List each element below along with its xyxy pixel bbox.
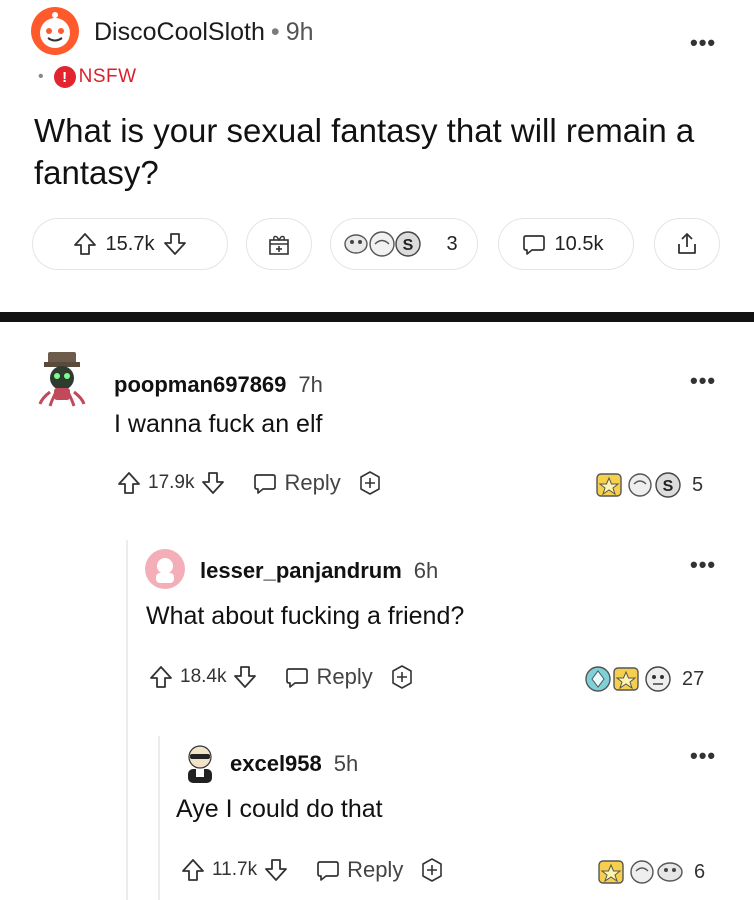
post-meta: DiscoCoolSloth • 9h (94, 18, 314, 47)
comment-1: poopman697869 7h ••• I wanna fuck an elf … (0, 322, 754, 522)
comment-3-more-button[interactable]: ••• (690, 743, 716, 769)
upvote-icon[interactable] (116, 470, 142, 496)
post-upvote-count: 15.7k (105, 232, 155, 255)
comment-2-awards-count: 27 (682, 667, 705, 690)
post-awards-count: 3 (446, 232, 458, 255)
comment-2-avatar[interactable] (144, 548, 186, 595)
comment-2-body: What about fucking a friend? (146, 602, 465, 630)
comment-1-meta: poopman697869 7h (114, 372, 323, 398)
comment-3-awards-count: 6 (694, 860, 706, 883)
comment-bubble-icon (522, 235, 545, 255)
comment-1-username[interactable]: poopman697869 (114, 372, 286, 397)
comment-3-body: Aye I could do that (176, 795, 383, 823)
svg-text:S: S (663, 478, 674, 495)
comment-3-username[interactable]: excel958 (230, 751, 322, 776)
comment-bubble-icon (286, 668, 309, 688)
comment-1-more-button[interactable]: ••• (690, 368, 716, 394)
downvote-icon[interactable] (232, 664, 258, 690)
give-award-icon[interactable] (389, 664, 415, 690)
comment-2-username[interactable]: lesser_panjandrum (200, 558, 402, 583)
award-icons (598, 860, 683, 884)
subreddit-avatar[interactable] (30, 6, 80, 56)
post-vote-pill: 15.7k (32, 218, 228, 270)
comment-1-awards-count: 5 (692, 473, 704, 496)
give-award-icon[interactable] (419, 857, 445, 883)
comment-3-awards[interactable]: 6 (596, 857, 705, 887)
comment-2-actions: 18.4k Reply (148, 664, 415, 690)
comment-2-meta: lesser_panjandrum 6h (200, 558, 438, 584)
upvote-icon[interactable] (72, 231, 98, 257)
svg-text:S: S (403, 237, 414, 254)
comment-2-time: 6h (413, 558, 439, 583)
award-icons (585, 666, 671, 692)
comment-2-reply-button[interactable]: Reply (284, 664, 373, 690)
downvote-icon[interactable] (263, 857, 289, 883)
post-more-button[interactable]: ••• (690, 30, 716, 56)
comment-bubble-icon (254, 474, 277, 494)
award-icons: S (596, 472, 681, 498)
comment-bubble-icon (317, 861, 339, 881)
downvote-icon[interactable] (162, 231, 188, 257)
upvote-icon[interactable] (180, 857, 206, 883)
upvote-icon[interactable] (148, 664, 174, 690)
comment-1-avatar[interactable] (34, 348, 90, 413)
comment-1-time: 7h (298, 372, 323, 397)
snoo-avatar-icon (31, 7, 79, 55)
nsfw-bullet: • (38, 68, 44, 85)
reply-label: Reply (347, 857, 404, 882)
comment-3-avatar[interactable] (180, 743, 220, 792)
comment-1-awards[interactable]: S 5 (594, 470, 703, 500)
share-button[interactable] (654, 218, 720, 270)
comment-2: lesser_panjandrum 6h ••• What about fucki… (0, 522, 754, 717)
gift-icon (269, 235, 289, 255)
nsfw-label: NSFW (78, 66, 137, 87)
comments-button[interactable]: 10.5k (498, 218, 634, 270)
award-icons: S (344, 231, 422, 257)
comment-2-upvote-count: 18.4k (180, 666, 227, 687)
user-avatar-icon (145, 549, 185, 589)
comment-1-upvote-count: 17.9k (148, 472, 195, 493)
user-avatar-icon (38, 352, 86, 407)
nsfw-tag: • ! NSFW (38, 66, 137, 88)
post-awards-pill[interactable]: S 3 (330, 218, 478, 270)
section-divider (0, 312, 754, 322)
post-username[interactable]: DiscoCoolSloth (94, 18, 265, 46)
comment-1-reply-button[interactable]: Reply (252, 470, 341, 496)
comment-3-meta: excel958 5h (230, 751, 358, 777)
give-award-icon[interactable] (357, 470, 383, 496)
comment-1-body: I wanna fuck an elf (114, 410, 323, 438)
comment-1-actions: 17.9k Reply (116, 470, 383, 496)
post-time: 9h (285, 18, 314, 46)
post-comment-count: 10.5k (554, 232, 604, 255)
comment-2-awards[interactable]: 27 (584, 664, 704, 694)
comment-3-upvote-count: 11.7k (212, 859, 258, 880)
meta-separator: • (270, 18, 280, 46)
comment-3-reply-button[interactable]: Reply (315, 857, 403, 883)
downvote-icon[interactable] (200, 470, 226, 496)
give-award-button[interactable] (246, 218, 312, 270)
share-icon (678, 233, 696, 254)
reply-label: Reply (316, 664, 373, 689)
user-avatar-icon (188, 745, 212, 783)
comment-3: excel958 5h ••• Aye I could do that 11.7k… (0, 717, 754, 900)
alert-icon: ! (53, 66, 76, 88)
comment-3-time: 5h (333, 751, 359, 776)
reply-label: Reply (284, 470, 341, 495)
comment-3-actions: 11.7k Reply (180, 857, 445, 883)
post-card: DiscoCoolSloth • 9h ••• • ! NSFW What is y… (0, 0, 754, 312)
comment-2-more-button[interactable]: ••• (690, 552, 716, 578)
post-title: What is your sexual fantasy that will re… (34, 112, 695, 191)
